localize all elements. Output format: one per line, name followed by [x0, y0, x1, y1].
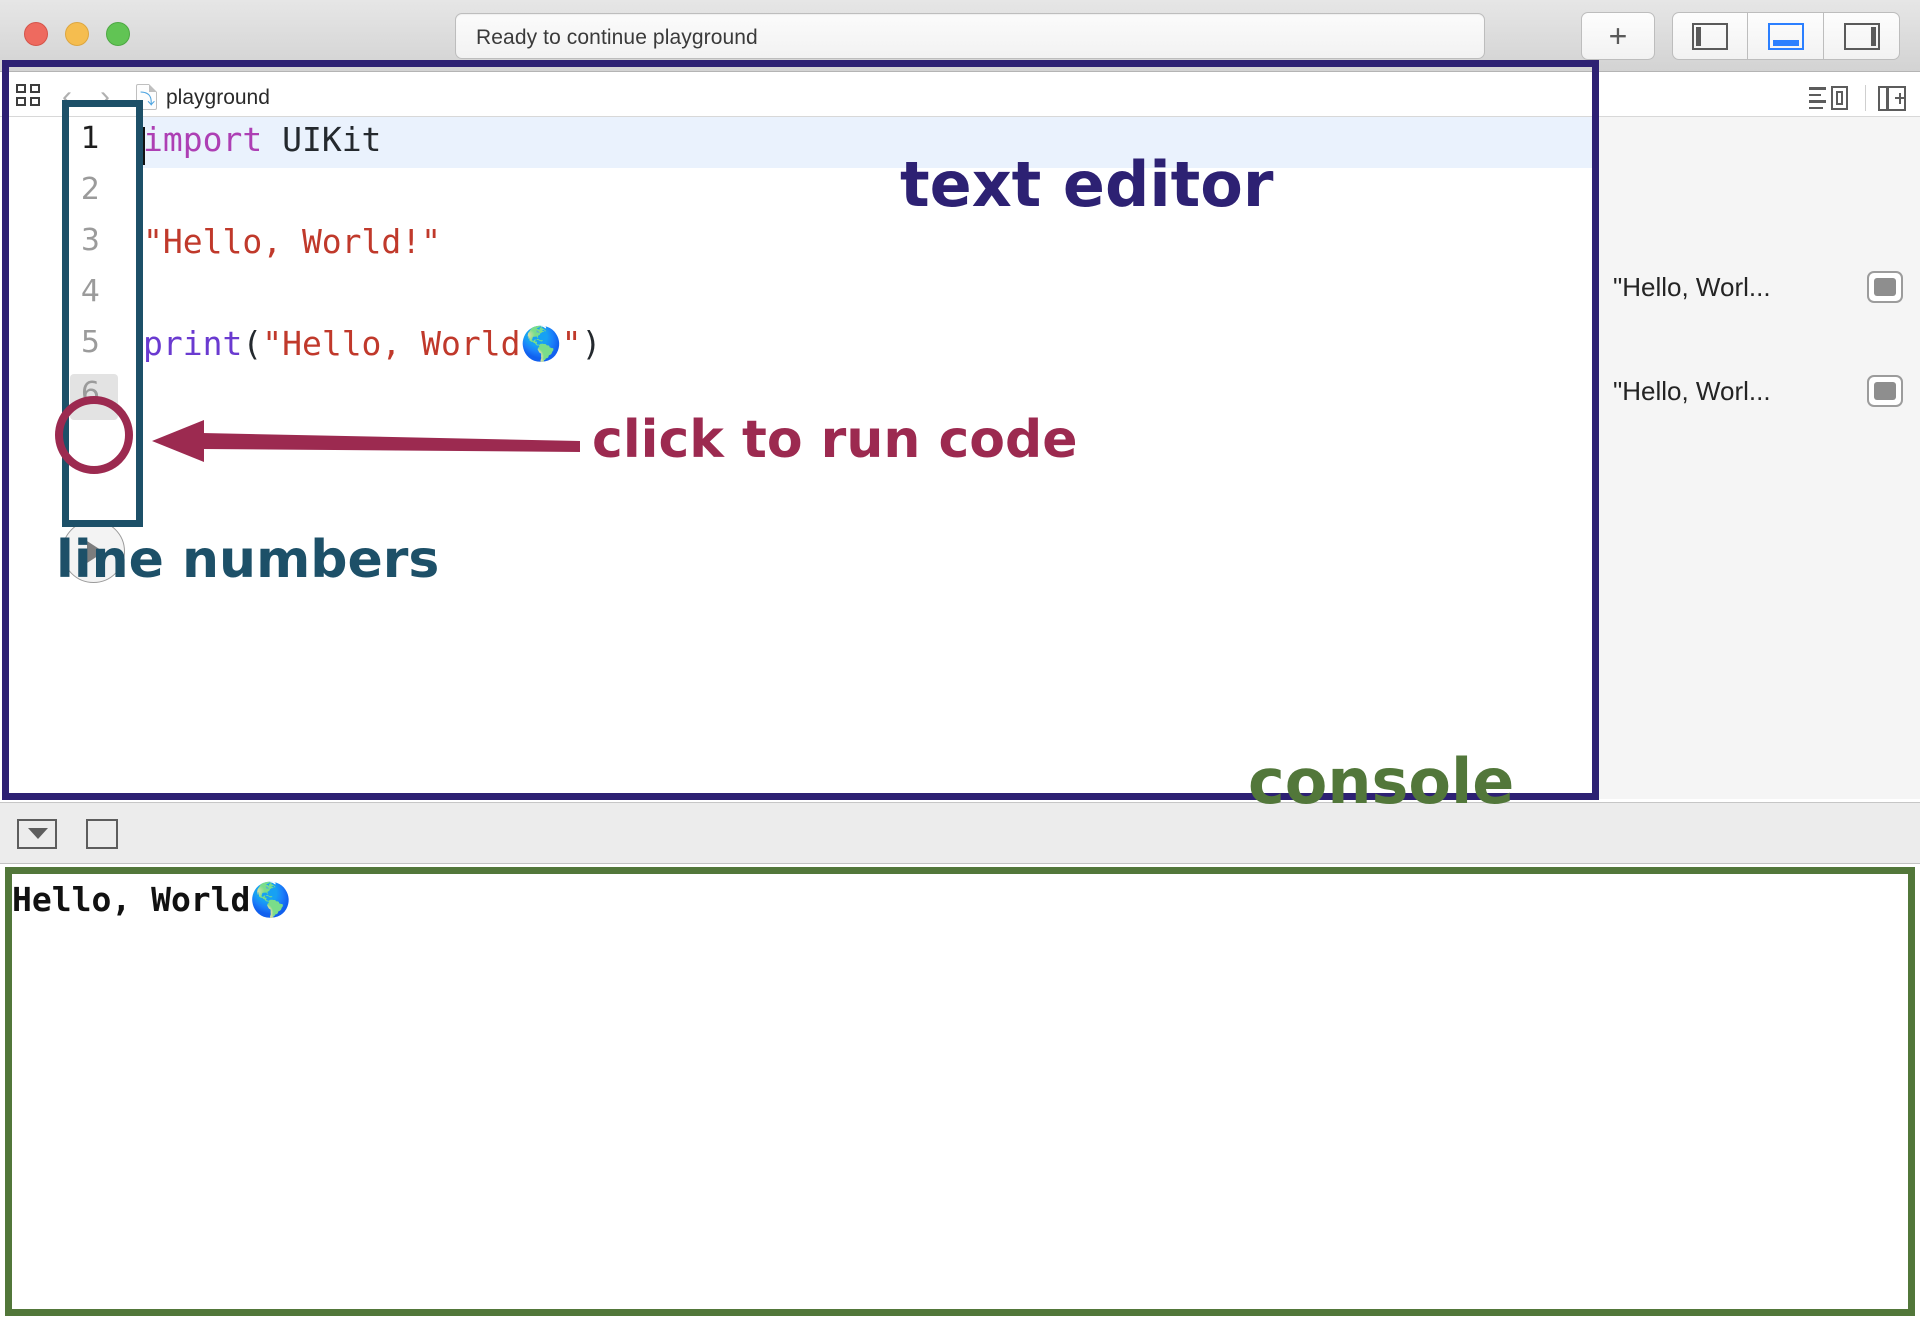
code-line[interactable]: "Hello, World!" [143, 222, 441, 261]
code-line[interactable]: print("Hello, World🌎") [143, 324, 601, 364]
traffic-light-group [24, 22, 130, 46]
plus-icon: + [1608, 18, 1628, 54]
editor-tab-label[interactable]: playground [166, 86, 270, 110]
inspector-pane-toggle[interactable] [1824, 12, 1900, 60]
toolbar-separator [1865, 85, 1866, 111]
text-caret [143, 127, 145, 165]
results-layout-icon[interactable] [1807, 85, 1853, 111]
code-editor[interactable]: 1 2 3 4 5 6 import UIKit "Hello, World!" print(… [0, 117, 1598, 799]
result-row[interactable]: "Hello, Worl... [1599, 363, 1920, 419]
status-text: Ready to continue playground [476, 26, 758, 49]
left-pane-icon [1692, 22, 1728, 50]
zoom-button[interactable] [106, 22, 130, 46]
code-token: import [143, 120, 263, 159]
result-value: "Hello, Worl... [1613, 271, 1771, 302]
line-number[interactable]: 6 [0, 376, 143, 411]
swift-bird-glyph: ⤵ [140, 91, 156, 108]
code-token: "Hello, World!" [143, 222, 442, 261]
right-pane-icon [1843, 22, 1880, 50]
results-sidebar: "Hello, Worl... "Hello, Worl... [1598, 117, 1920, 799]
add-assistant-editor-icon[interactable] [1878, 85, 1906, 111]
result-row[interactable]: "Hello, Worl... [1599, 259, 1920, 315]
editor-tabbar: ‹ › ⤵ playground [0, 72, 1920, 117]
console-output-panel[interactable]: Hello, World🌎 [0, 864, 1920, 1330]
list-lines-icon [1809, 87, 1826, 109]
quick-look-icon [1874, 382, 1896, 400]
swift-file-icon: ⤵ [136, 84, 157, 110]
close-button[interactable] [24, 22, 48, 46]
code-token: UIKit [262, 120, 382, 159]
add-button-group: + [1581, 12, 1655, 60]
run-playground-button[interactable] [62, 520, 125, 583]
console-output-line: Hello, World🌎 [12, 880, 292, 919]
code-line[interactable]: import UIKit [143, 120, 382, 165]
code-token: ) [581, 324, 602, 363]
quick-look-icon [1874, 278, 1896, 296]
console-toolbar [0, 802, 1920, 864]
code-token: print [143, 324, 243, 363]
line-number[interactable]: 1 [0, 121, 143, 156]
quick-look-button[interactable] [1867, 375, 1903, 407]
code-text-area[interactable]: import UIKit "Hello, World!" print("Hello,… [143, 117, 1598, 799]
line-number[interactable]: 5 [0, 325, 143, 360]
minimize-button[interactable] [65, 22, 89, 46]
clear-console-icon[interactable] [86, 819, 118, 849]
line-number[interactable]: 3 [0, 223, 143, 258]
navigate-forward-icon[interactable]: › [100, 82, 110, 112]
code-token: "Hello, World🌎" [262, 324, 582, 363]
quick-look-button[interactable] [1867, 271, 1903, 303]
related-items-icon[interactable] [16, 84, 42, 108]
bottom-pane-icon [1767, 22, 1804, 50]
editor-right-tools [1807, 85, 1906, 111]
line-number[interactable]: 4 [0, 274, 143, 309]
line-number-gutter[interactable]: 1 2 3 4 5 6 [0, 117, 143, 799]
filter-tray-icon[interactable] [17, 819, 57, 849]
navigator-pane-toggle[interactable] [1672, 12, 1748, 60]
status-display: Ready to continue playground [455, 13, 1485, 59]
result-value: "Hello, Worl... [1613, 375, 1771, 406]
code-token: ( [242, 324, 263, 363]
play-icon [87, 540, 104, 563]
add-editor-button[interactable]: + [1581, 12, 1655, 60]
sidebar-box-icon [1831, 86, 1848, 110]
debug-pane-toggle[interactable] [1748, 12, 1824, 60]
pane-toggle-group [1672, 12, 1900, 60]
window-titlebar: Ready to continue playground + [0, 0, 1920, 72]
line-number[interactable]: 2 [0, 172, 143, 207]
navigate-back-icon[interactable]: ‹ [62, 82, 72, 112]
